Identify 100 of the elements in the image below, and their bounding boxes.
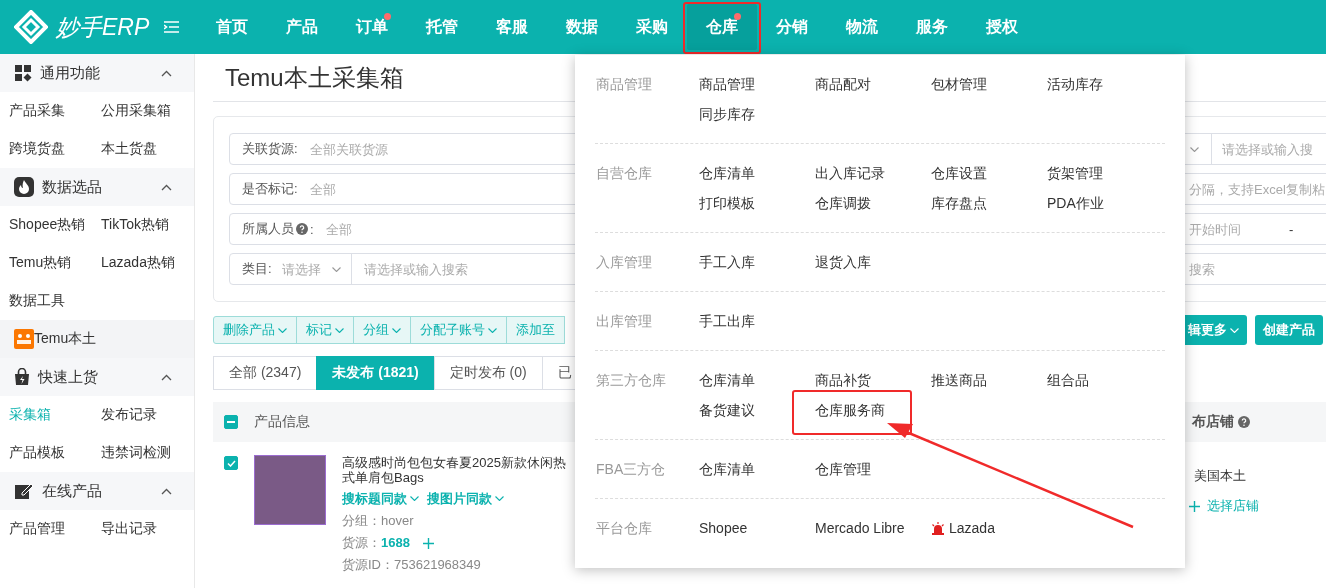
group-text: 分组：hover <box>342 512 415 530</box>
menu-group-title: 入库管理 <box>595 253 653 272</box>
menu-item[interactable]: 商品配对 <box>815 69 871 99</box>
brand-name: 妙手ERP <box>56 12 150 42</box>
grid-icon <box>14 64 32 82</box>
menu-group-title: 自营仓库 <box>595 164 653 183</box>
flame-icon <box>14 177 34 197</box>
menu-item[interactable]: 推送商品 <box>931 365 987 395</box>
menu-group-title: 出库管理 <box>595 312 653 331</box>
menu-item[interactable]: 组合品 <box>1047 365 1089 395</box>
section-title: 快速上货 <box>38 367 99 387</box>
start-date-input[interactable]: 开始时间 <box>1189 221 1289 237</box>
bag-icon <box>14 368 30 386</box>
checkmark-icon <box>226 459 236 467</box>
menu-item[interactable]: 退货入库 <box>815 247 871 277</box>
menu-item[interactable]: 仓库服务商 <box>815 395 885 425</box>
source-id-text: 货源ID：753621968349 <box>342 556 482 574</box>
sidebar-item[interactable]: 跨境货盘 <box>9 130 101 168</box>
sidebar-item[interactable]: 发布记录 <box>101 396 195 434</box>
menu-item[interactable]: 仓库清单 <box>699 158 755 188</box>
photo-placeholder <box>254 455 326 525</box>
sidebar-section-header[interactable]: 在线产品 <box>0 472 194 510</box>
menu-item[interactable]: 出入库记录 <box>815 158 885 188</box>
chevron-up-icon[interactable] <box>161 69 172 77</box>
sidebar-item[interactable]: Temu本土 <box>0 320 194 358</box>
menu-item[interactable]: Lazada <box>931 513 995 543</box>
sidebar-item[interactable]: 数据工具 <box>9 282 101 320</box>
section-title: 在线产品 <box>42 481 103 501</box>
store-name: 美国本土 <box>1193 467 1247 485</box>
sidebar-item[interactable]: 产品采集 <box>9 92 101 130</box>
menu-item[interactable]: 仓库清单 <box>699 454 755 484</box>
sidebar-section-header[interactable]: 通用功能 <box>0 54 194 92</box>
menu-item[interactable]: 包材管理 <box>931 69 987 99</box>
menu-item[interactable]: 打印模板 <box>699 188 755 218</box>
sidebar-item[interactable]: 本土货盘 <box>101 130 195 168</box>
checkbox[interactable] <box>224 415 238 429</box>
status-tab[interactable]: 定时发布 (0) <box>433 356 543 390</box>
range-separator: - <box>1289 221 1294 237</box>
menu-icon[interactable] <box>164 21 179 33</box>
text-input[interactable]: 搜索 <box>1189 261 1326 277</box>
filter-input[interactable]: 全部 <box>325 221 526 237</box>
menu-item[interactable]: PDA作业 <box>1047 188 1104 218</box>
sidebar-section-header[interactable]: 数据选品 <box>0 168 194 206</box>
chevron-down-icon <box>410 496 419 501</box>
chevron-up-icon[interactable] <box>161 373 172 381</box>
menu-item[interactable]: 商品管理 <box>699 69 755 99</box>
menu-item[interactable]: 仓库调拨 <box>815 188 871 218</box>
menu-group-title: 商品管理 <box>595 75 653 94</box>
sidebar-item[interactable]: Temu热销 <box>9 244 101 282</box>
menu-item[interactable]: 活动库存 <box>1047 69 1103 99</box>
search-input[interactable]: 请选择或输入搜 <box>1222 141 1326 157</box>
menu-item[interactable]: Shopee <box>699 513 748 543</box>
menu-item[interactable]: 仓库清单 <box>699 365 755 395</box>
menu-group-title: FBA三方仓 <box>595 460 667 479</box>
plus-icon[interactable] <box>1188 499 1201 513</box>
menu-item[interactable]: 仓库设置 <box>931 158 987 188</box>
menu-item[interactable]: 同步库存 <box>699 99 755 129</box>
sidebar-item[interactable]: 违禁词检测 <box>101 434 195 472</box>
checkbox[interactable] <box>224 456 238 470</box>
menu-item[interactable]: 手工出库 <box>699 306 755 336</box>
edit-icon <box>14 482 34 500</box>
shop-logo-icon <box>14 329 34 349</box>
menu-item[interactable]: 仓库管理 <box>815 454 871 484</box>
sidebar-item[interactable]: 公用采集箱 <box>101 92 195 130</box>
section-title: 通用功能 <box>40 63 101 83</box>
product-title: 高级感时尚包包女春夏2025新款休闲热 式单肩包Bags <box>342 455 566 485</box>
menu-item[interactable]: 备货建议 <box>699 395 755 425</box>
menu-item[interactable]: 手工入库 <box>699 247 755 277</box>
text-input[interactable]: 分隔，支持Excel复制粘 <box>1189 181 1326 197</box>
sidebar-item[interactable]: Lazada热销 <box>101 244 195 282</box>
source-label: 货源： <box>342 534 381 552</box>
chevron-up-icon[interactable] <box>161 487 172 495</box>
menu-item[interactable]: 商品补货 <box>815 365 871 395</box>
chevron-up-icon[interactable] <box>161 183 172 191</box>
logo-icon <box>14 10 48 44</box>
menu-group-title: 第三方仓库 <box>595 371 667 390</box>
sidebar-item[interactable]: TikTok热销 <box>101 206 195 244</box>
column-header: 布店铺 <box>1192 413 1234 431</box>
section-title: 数据选品 <box>42 177 103 197</box>
category-select[interactable]: 请选择 <box>281 261 329 277</box>
add-source-icon[interactable] <box>421 536 435 550</box>
siren-icon <box>931 521 945 535</box>
search-input[interactable]: 请选择或输入搜索 <box>364 261 564 277</box>
sidebar-section-header[interactable]: 快速上货 <box>0 358 194 396</box>
sidebar-item[interactable]: Shopee热销 <box>9 206 101 244</box>
menu-group-title: 平台仓库 <box>595 519 653 538</box>
filter-input[interactable]: 全部 <box>309 181 510 197</box>
minus-icon <box>227 421 235 423</box>
status-tab[interactable]: 全部 (2347) <box>213 356 318 390</box>
field-label: 所属人员 : <box>242 220 314 238</box>
field-label: 类目: <box>242 260 272 278</box>
sidebar-item[interactable]: 产品管理 <box>9 510 101 548</box>
filter-input[interactable]: 全部关联货源 <box>309 141 510 157</box>
chevron-down-icon <box>1190 146 1199 152</box>
sidebar-item[interactable]: 产品模板 <box>9 434 101 472</box>
menu-item[interactable]: 货架管理 <box>1047 158 1103 188</box>
sidebar-item[interactable]: 导出记录 <box>101 510 195 548</box>
menu-item[interactable]: Mercado Libre <box>815 513 905 543</box>
menu-item[interactable]: 库存盘点 <box>931 188 987 218</box>
column-header: 产品信息 <box>254 413 310 431</box>
